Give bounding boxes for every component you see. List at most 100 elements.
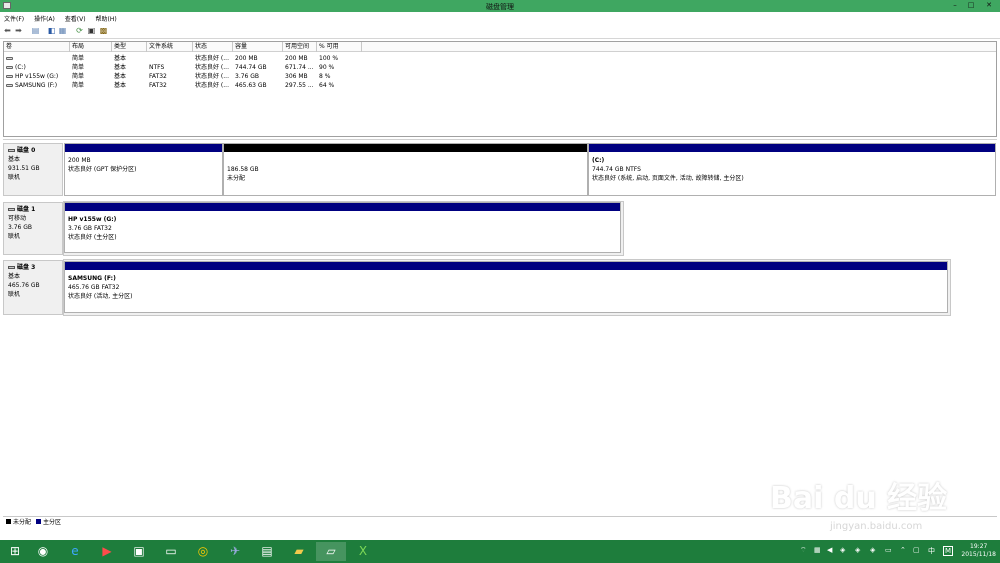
- type-cell: 基本: [114, 73, 127, 80]
- partition-status: 状态良好 (GPT 保护分区): [68, 166, 137, 173]
- menu-action[interactable]: 操作(A): [30, 12, 59, 23]
- column-header-free-space[interactable]: 可用空间: [283, 42, 317, 52]
- baidu-watermark: Bai du 经验 jingyan.baidu.com: [760, 455, 960, 535]
- disk-size: 931.51 GB: [8, 165, 40, 172]
- volume-icon[interactable]: ◀: [827, 546, 832, 554]
- help-icon[interactable]: ◧: [47, 26, 56, 35]
- column-header-layout[interactable]: 布局: [70, 42, 112, 52]
- rescan-disks-icon[interactable]: ▣: [87, 26, 96, 35]
- disk-type: 可移动: [8, 215, 27, 222]
- properties-icon[interactable]: ▦: [58, 26, 67, 35]
- refresh-icon[interactable]: ⟳: [75, 26, 84, 35]
- filesystem-cell: NTFS: [149, 64, 165, 71]
- qq-icon[interactable]: ◈: [855, 546, 860, 554]
- volume-name-cell: HP v155w (G:): [4, 72, 70, 81]
- unallocated-bar: [224, 144, 587, 152]
- capacity-cell: 744.74 GB: [235, 64, 267, 71]
- partition-size: 200 MB: [68, 157, 91, 164]
- percent-free-cell: 100 %: [319, 55, 339, 62]
- store-icon[interactable]: ▣: [124, 542, 154, 561]
- column-header-status[interactable]: 状态: [193, 42, 233, 52]
- qq-icon[interactable]: ◈: [870, 546, 875, 554]
- disk-0-label[interactable]: 磁盘 0 基本 931.51 GB 联机: [3, 143, 63, 196]
- column-header-filesystem[interactable]: 文件系统: [147, 42, 193, 52]
- filesystem-cell: FAT32: [149, 82, 167, 89]
- media-player-icon[interactable]: ▶: [92, 542, 122, 561]
- feather-app-icon[interactable]: ✈: [220, 542, 250, 561]
- disk-3-label[interactable]: 磁盘 3 基本 465.76 GB 联机: [3, 260, 63, 315]
- action-center-icon[interactable]: ▦: [814, 546, 821, 554]
- title-bar: 磁盘管理 – □ ✕: [0, 0, 1000, 12]
- internet-explorer-icon[interactable]: e: [60, 542, 90, 561]
- disk-1-label[interactable]: 磁盘 1 可移动 3.76 GB 联机: [3, 202, 63, 255]
- remote-desktop-icon[interactable]: ▭: [156, 542, 186, 561]
- disk-status: 联机: [8, 174, 21, 181]
- show-hidden-icons-icon[interactable]: ⌃: [900, 546, 906, 554]
- console-tree-icon[interactable]: ▤: [31, 26, 40, 35]
- layout-cell: 简单: [72, 55, 85, 62]
- partition-unallocated[interactable]: 186.58 GB 未分配: [223, 143, 588, 196]
- disk-icon: [8, 149, 15, 152]
- column-header-capacity[interactable]: 容量: [233, 42, 283, 52]
- file-explorer-icon[interactable]: ▰: [284, 542, 314, 561]
- excel-icon[interactable]: X: [348, 542, 378, 561]
- network-icon[interactable]: ▤: [252, 542, 282, 561]
- table-row[interactable]: HP v155w (G:) 简单 基本 FAT32 状态良好 (... 3.76…: [4, 72, 996, 81]
- browser-icon[interactable]: ◎: [188, 542, 218, 561]
- system-clock[interactable]: 19:27 2015/11/18: [961, 543, 996, 559]
- disk-status: 联机: [8, 233, 21, 240]
- disk-management-taskbar-icon[interactable]: ▱: [316, 542, 346, 561]
- disk-name: 磁盘 1: [17, 206, 36, 213]
- volume-name-cell: (C:): [4, 63, 70, 72]
- partition-efi[interactable]: 200 MB 状态良好 (GPT 保护分区): [64, 143, 223, 196]
- free-space-cell: 297.55 ...: [285, 82, 314, 89]
- volume-name-cell: [4, 54, 70, 63]
- start-button-windows-icon[interactable]: ⊞: [0, 542, 30, 561]
- column-header-type[interactable]: 类型: [112, 42, 147, 52]
- close-button[interactable]: ✕: [978, 0, 1000, 10]
- ime-indicator[interactable]: 中: [928, 546, 935, 556]
- qq-icon[interactable]: ◈: [840, 546, 845, 554]
- menu-file[interactable]: 文件(F): [0, 12, 28, 23]
- primary-partition-bar: [65, 144, 222, 152]
- column-header-volume[interactable]: 卷: [4, 42, 70, 52]
- partition-title: SAMSUNG (F:): [68, 275, 116, 282]
- legend-primary: 主分区: [42, 519, 61, 526]
- drive-icon: [6, 66, 13, 69]
- free-space-cell: 306 MB: [285, 73, 308, 80]
- removable-disk-icon: [8, 208, 15, 211]
- table-row[interactable]: 简单 基本 状态良好 (... 200 MB 200 MB 100 %: [4, 54, 996, 63]
- partition-c-drive[interactable]: (C:) 744.74 GB NTFS 状态良好 (系统, 启动, 页面文件, …: [588, 143, 996, 196]
- menu-bar: 文件(F) 操作(A) 查看(V) 帮助(H): [0, 12, 1000, 23]
- disk-type: 基本: [8, 273, 21, 280]
- partition-title: (C:): [592, 157, 605, 164]
- settings-icon[interactable]: ▩: [99, 26, 108, 35]
- clock-date: 2015/11/18: [961, 551, 996, 558]
- watermark-url: jingyan.baidu.com: [830, 521, 923, 532]
- search-icon[interactable]: ◉: [28, 542, 58, 561]
- free-space-cell: 200 MB: [285, 55, 308, 62]
- drive-icon: [6, 57, 13, 60]
- forward-arrow-icon[interactable]: ➡: [14, 26, 23, 35]
- primary-partition-bar: [65, 203, 620, 211]
- column-header-percent-free[interactable]: % 可用: [317, 42, 362, 52]
- capacity-cell: 465.63 GB: [235, 82, 267, 89]
- wifi-icon[interactable]: ⌔: [800, 546, 807, 555]
- disk-type: 基本: [8, 156, 21, 163]
- partition-g-drive[interactable]: HP v155w (G:) 3.76 GB FAT32 状态良好 (主分区): [64, 202, 621, 253]
- ime-mode-indicator[interactable]: M: [943, 546, 954, 556]
- menu-help[interactable]: 帮助(H): [92, 12, 121, 23]
- menu-view[interactable]: 查看(V): [61, 12, 90, 23]
- disk-status: 联机: [8, 291, 21, 298]
- battery-icon[interactable]: ▭: [885, 546, 892, 554]
- notification-icon[interactable]: ▢: [913, 546, 920, 554]
- primary-partition-bar: [589, 144, 995, 152]
- partition-title: HP v155w (G:): [68, 216, 117, 223]
- drive-icon: [6, 75, 13, 78]
- partition-size: 465.76 GB FAT32: [68, 284, 120, 291]
- back-arrow-icon[interactable]: ⬅: [3, 26, 12, 35]
- table-row[interactable]: (C:) 简单 基本 NTFS 状态良好 (... 744.74 GB 671.…: [4, 63, 996, 72]
- partition-f-drive[interactable]: SAMSUNG (F:) 465.76 GB FAT32 状态良好 (活动, 主…: [64, 261, 948, 313]
- table-row[interactable]: SAMSUNG (F:) 简单 基本 FAT32 状态良好 (... 465.6…: [4, 81, 996, 90]
- volume-name-cell: SAMSUNG (F:): [4, 81, 70, 90]
